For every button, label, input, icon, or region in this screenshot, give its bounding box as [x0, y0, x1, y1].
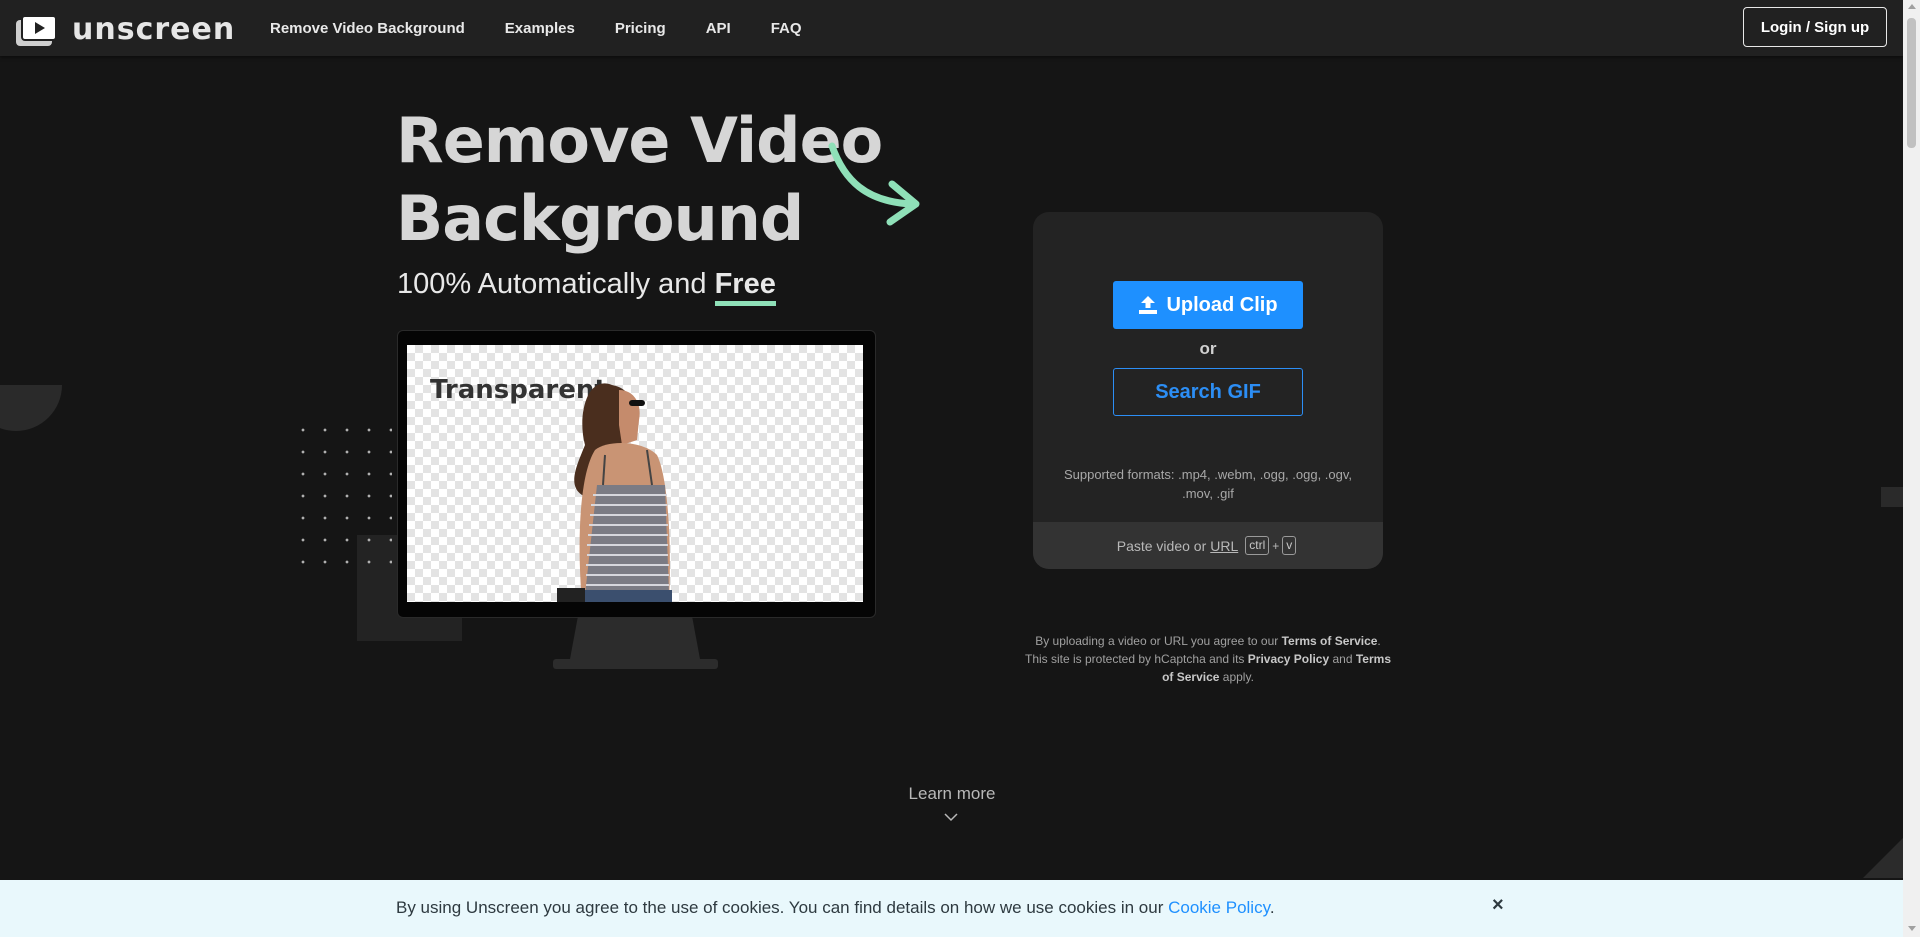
cookie-banner: By using Unscreen you agree to the use o…	[0, 880, 1903, 937]
cookie-text: By using Unscreen you agree to the use o…	[396, 898, 1275, 918]
logo[interactable]: unscreen	[16, 12, 235, 47]
nav-link-remove-video-background[interactable]: Remove Video Background	[270, 20, 465, 37]
scroll-down-arrow-icon[interactable]	[1908, 926, 1916, 931]
scroll-up-arrow-icon[interactable]	[1908, 4, 1916, 9]
logo-text: unscreen	[72, 12, 236, 47]
terms-text-1: By uploading a video or URL you agree to…	[1035, 634, 1282, 648]
preview-monitor: Transparent	[397, 330, 876, 618]
monitor-stand	[570, 617, 700, 659]
upload-card: Upload Clip or Search GIF Supported form…	[1033, 212, 1383, 569]
paste-prefix-text: Paste video or	[1116, 537, 1207, 554]
plus-sign: +	[1272, 538, 1280, 553]
page-scrollbar[interactable]	[1903, 0, 1920, 937]
cookie-suffix: .	[1269, 898, 1275, 917]
nav-links: Remove Video Background Examples Pricing…	[270, 0, 842, 56]
close-icon[interactable]: ×	[1492, 894, 1504, 917]
privacy-policy-link[interactable]: Privacy Policy	[1248, 652, 1329, 666]
learn-more-link[interactable]: Learn more	[880, 784, 1024, 804]
transparent-preview-screen: Transparent	[407, 345, 863, 602]
upload-clip-label: Upload Clip	[1166, 293, 1278, 316]
search-gif-button[interactable]: Search GIF	[1113, 368, 1303, 416]
play-icon	[16, 13, 58, 47]
nav-link-pricing[interactable]: Pricing	[615, 20, 666, 37]
arrow-icon	[828, 142, 920, 226]
terms-of-service-link[interactable]: Terms of Service	[1282, 634, 1378, 648]
nav-link-examples[interactable]: Examples	[505, 20, 575, 37]
upload-clip-button[interactable]: Upload Clip	[1113, 281, 1303, 329]
supported-formats-text: Supported formats: .mp4, .webm, .ogg, .o…	[1063, 467, 1353, 501]
monitor-stand-base	[553, 659, 718, 669]
paste-url-link[interactable]: URL	[1210, 538, 1238, 554]
hero-subtitle-free: Free	[714, 268, 776, 306]
terms-text-3: and	[1329, 652, 1356, 666]
hero-subtitle: 100% Automatically and Free	[397, 268, 776, 306]
hero-subtitle-text: 100% Automatically and	[397, 268, 715, 300]
chevron-down-icon[interactable]	[944, 810, 958, 824]
nav-link-api[interactable]: API	[706, 20, 731, 37]
or-separator: or	[1199, 339, 1217, 358]
terms-text-4: apply.	[1219, 670, 1254, 684]
cookie-message: By using Unscreen you agree to the use o…	[396, 898, 1169, 917]
terms-notice: By uploading a video or URL you agree to…	[1024, 632, 1392, 686]
upload-icon	[1139, 296, 1158, 314]
cookie-policy-link[interactable]: Cookie Policy	[1168, 898, 1270, 917]
woman-figure-image	[557, 383, 672, 602]
v-key: v	[1282, 536, 1297, 555]
decorative-corner	[1863, 838, 1903, 878]
paste-url-bar[interactable]: Paste video or URL ctrl + v	[1033, 522, 1383, 569]
scroll-thumb[interactable]	[1907, 18, 1916, 148]
ctrl-key: ctrl	[1245, 536, 1270, 555]
nav-link-faq[interactable]: FAQ	[771, 20, 802, 37]
decorative-dot-grid	[292, 419, 392, 569]
decorative-square	[1881, 487, 1903, 507]
decorative-half-circle	[0, 385, 62, 431]
top-navbar: unscreen Remove Video Background Example…	[0, 0, 1903, 56]
login-signup-button[interactable]: Login / Sign up	[1743, 7, 1887, 47]
